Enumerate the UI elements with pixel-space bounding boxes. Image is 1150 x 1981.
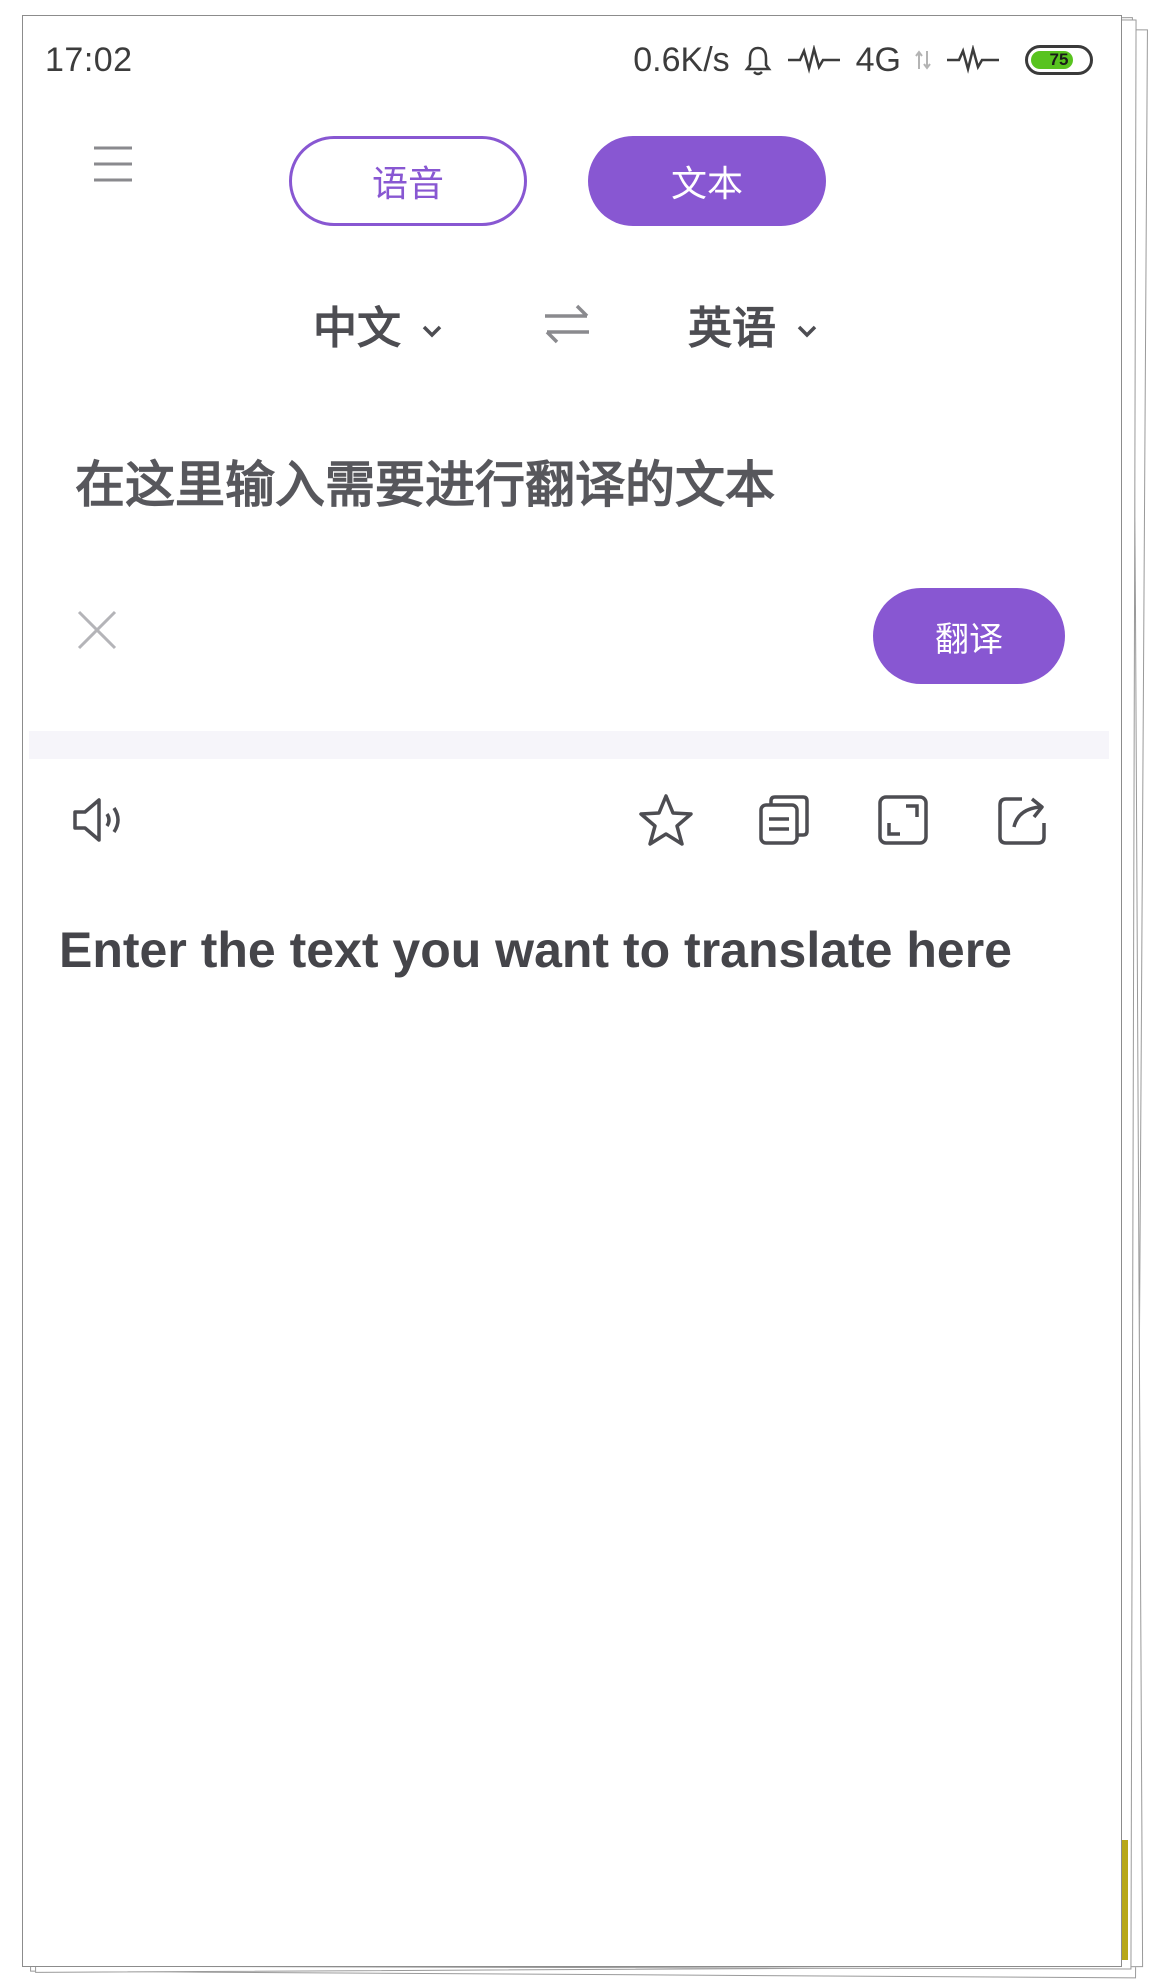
star-icon[interactable] bbox=[634, 788, 698, 852]
heartbeat-icon bbox=[945, 45, 1001, 75]
status-time: 17:02 bbox=[45, 40, 133, 79]
mode-voice-button[interactable]: 语音 bbox=[289, 136, 527, 226]
target-language-select[interactable]: 英语 bbox=[688, 284, 818, 364]
status-indicators: 0.6K/s 4G 75 bbox=[633, 41, 1093, 80]
data-arrows-icon bbox=[915, 47, 931, 73]
swap-arrows-icon[interactable] bbox=[539, 298, 595, 350]
chevron-down-icon bbox=[421, 299, 443, 350]
target-language-label: 英语 bbox=[688, 303, 776, 354]
network-type: 4G bbox=[855, 40, 901, 79]
copy-icon[interactable] bbox=[752, 788, 816, 852]
heartbeat-icon bbox=[786, 45, 842, 75]
phone-screen: 17:02 0.6K/s 4G 75 语音 文本 中文 英语 在这里输入需要进行… bbox=[22, 15, 1122, 1967]
mode-text-button[interactable]: 文本 bbox=[588, 136, 826, 226]
close-icon[interactable] bbox=[73, 606, 129, 662]
source-language-select[interactable]: 中文 bbox=[313, 284, 443, 364]
chevron-down-icon bbox=[796, 299, 818, 350]
section-divider bbox=[29, 731, 1109, 759]
fullscreen-icon[interactable] bbox=[871, 788, 935, 852]
status-bar: 17:02 0.6K/s 4G 75 bbox=[23, 16, 1121, 104]
translation-result: Enter the text you want to translate her… bbox=[59, 922, 1012, 978]
share-icon[interactable] bbox=[991, 788, 1055, 852]
source-language-label: 中文 bbox=[313, 303, 401, 354]
language-selector-row: 中文 英语 bbox=[23, 284, 1121, 364]
bell-icon bbox=[744, 44, 772, 76]
translation-input[interactable] bbox=[75, 456, 1075, 514]
battery-level: 75 bbox=[1049, 50, 1069, 69]
hamburger-menu-icon[interactable] bbox=[85, 136, 141, 192]
speaker-icon[interactable] bbox=[67, 788, 131, 852]
battery-icon: 75 bbox=[1025, 45, 1093, 75]
network-speed: 0.6K/s bbox=[633, 40, 730, 79]
header: 语音 文本 bbox=[23, 116, 1121, 226]
translate-button[interactable]: 翻译 bbox=[873, 588, 1065, 684]
